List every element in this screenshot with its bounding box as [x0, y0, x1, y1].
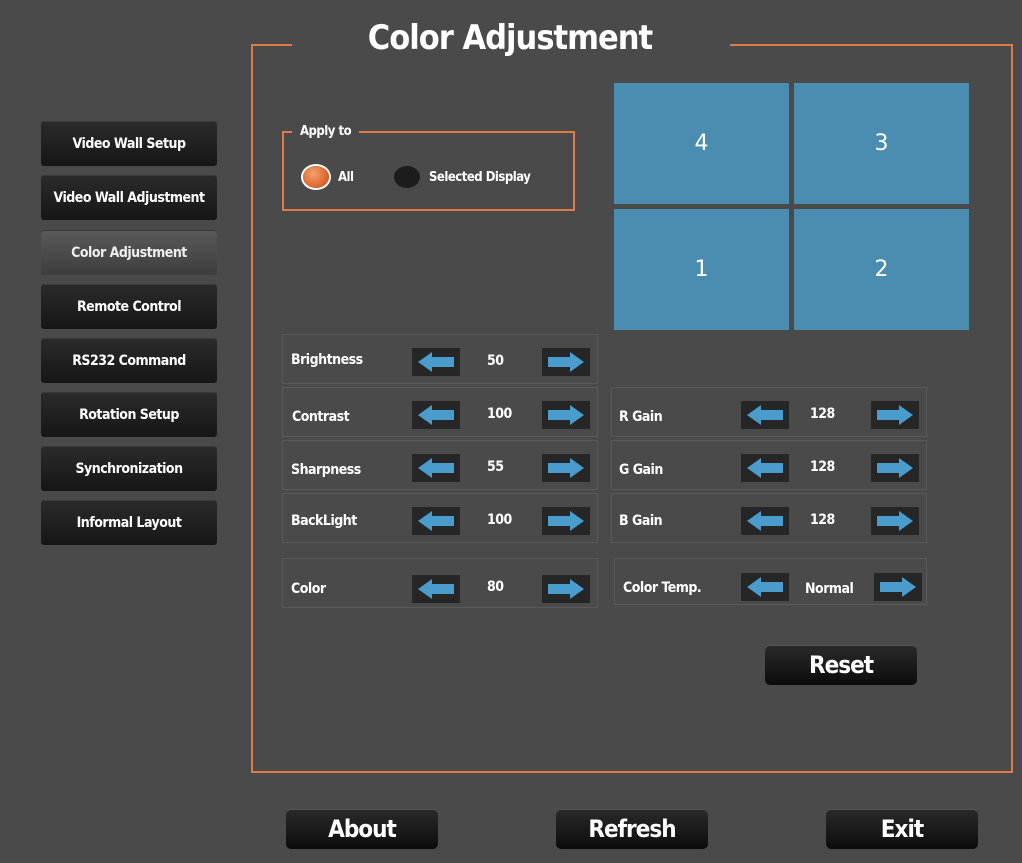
r-gain-label: R Gain	[619, 409, 663, 425]
refresh-button[interactable]: Refresh	[556, 809, 708, 849]
b-gain-label: B Gain	[619, 513, 663, 529]
apply-to-legend: Apply to	[292, 124, 360, 139]
radio-selected-display[interactable]: Selected Display	[394, 166, 531, 188]
radio-all-label: All	[338, 169, 354, 185]
arrow-right-icon	[548, 458, 584, 478]
arrow-left-icon	[747, 405, 783, 425]
color-decrease-button[interactable]	[412, 575, 460, 603]
nav-synchronization-button[interactable]: Synchronization	[41, 446, 217, 491]
brightness-decrease-button[interactable]	[412, 348, 460, 376]
contrast-increase-button[interactable]	[542, 401, 590, 429]
backlight-decrease-button[interactable]	[412, 507, 460, 535]
arrow-right-icon	[548, 352, 584, 372]
arrow-right-icon	[877, 458, 913, 478]
frame-top-right-line	[730, 44, 1013, 46]
sharpness-increase-button[interactable]	[542, 454, 590, 482]
r-gain-decrease-button[interactable]	[741, 401, 789, 429]
color-increase-button[interactable]	[542, 575, 590, 603]
nav-rotation-setup-button[interactable]: Rotation Setup	[41, 392, 217, 437]
page-title: Color Adjustment	[367, 18, 653, 58]
b-gain-increase-button[interactable]	[871, 507, 919, 535]
frame-top-left-line	[251, 44, 292, 46]
arrow-left-icon	[747, 511, 783, 531]
arrow-right-icon	[548, 511, 584, 531]
g-gain-value: 128	[810, 459, 835, 475]
about-button[interactable]: About	[286, 809, 438, 849]
color-value: 80	[487, 579, 504, 595]
radio-unselected-icon	[394, 166, 420, 188]
arrow-left-icon	[418, 511, 454, 531]
nav-rs232-command-button[interactable]: RS232 Command	[41, 338, 217, 383]
g-gain-increase-button[interactable]	[871, 454, 919, 482]
b-gain-decrease-button[interactable]	[741, 507, 789, 535]
brightness-label: Brightness	[291, 352, 363, 368]
display-tile-3[interactable]: 3	[794, 83, 969, 204]
color-temp-increase-button[interactable]	[874, 573, 922, 601]
arrow-left-icon	[418, 352, 454, 372]
nav-remote-control-button[interactable]: Remote Control	[41, 284, 217, 329]
arrow-right-icon	[548, 405, 584, 425]
reset-button[interactable]: Reset	[765, 645, 917, 685]
r-gain-increase-button[interactable]	[871, 401, 919, 429]
backlight-increase-button[interactable]	[542, 507, 590, 535]
radio-selected-display-label: Selected Display	[429, 169, 531, 185]
arrow-right-icon	[880, 577, 916, 597]
arrow-right-icon	[877, 405, 913, 425]
color-label: Color	[291, 581, 326, 597]
arrow-right-icon	[548, 579, 584, 599]
sharpness-value: 55	[487, 459, 504, 475]
sharpness-label: Sharpness	[291, 462, 361, 478]
nav-video-wall-adjustment-button[interactable]: Video Wall Adjustment	[41, 175, 217, 220]
arrow-left-icon	[747, 458, 783, 478]
nav-informal-layout-button[interactable]: Informal Layout	[41, 500, 217, 545]
r-gain-value: 128	[810, 406, 835, 422]
radio-all[interactable]: All	[303, 166, 354, 188]
g-gain-decrease-button[interactable]	[741, 454, 789, 482]
contrast-label: Contrast	[292, 409, 350, 425]
arrow-left-icon	[747, 577, 783, 597]
nav-video-wall-setup-button[interactable]: Video Wall Setup	[41, 121, 217, 166]
brightness-value: 50	[487, 353, 504, 369]
b-gain-value: 128	[810, 512, 835, 528]
arrow-left-icon	[418, 458, 454, 478]
sharpness-decrease-button[interactable]	[412, 454, 460, 482]
display-tile-4[interactable]: 4	[614, 83, 789, 204]
color-temp-decrease-button[interactable]	[741, 573, 789, 601]
display-tile-2[interactable]: 2	[794, 209, 969, 330]
nav-color-adjustment-button[interactable]: Color Adjustment	[41, 230, 217, 275]
arrow-right-icon	[877, 511, 913, 531]
backlight-label: BackLight	[291, 513, 357, 529]
brightness-increase-button[interactable]	[542, 348, 590, 376]
backlight-value: 100	[487, 512, 512, 528]
display-tile-1[interactable]: 1	[614, 209, 789, 330]
contrast-decrease-button[interactable]	[412, 401, 460, 429]
g-gain-label: G Gain	[619, 462, 663, 478]
exit-button[interactable]: Exit	[826, 809, 978, 849]
arrow-left-icon	[418, 405, 454, 425]
contrast-value: 100	[487, 406, 512, 422]
radio-selected-icon	[303, 166, 329, 188]
color-temp-value: Normal	[805, 581, 854, 597]
color-temp-label: Color Temp.	[623, 580, 702, 596]
arrow-left-icon	[418, 579, 454, 599]
